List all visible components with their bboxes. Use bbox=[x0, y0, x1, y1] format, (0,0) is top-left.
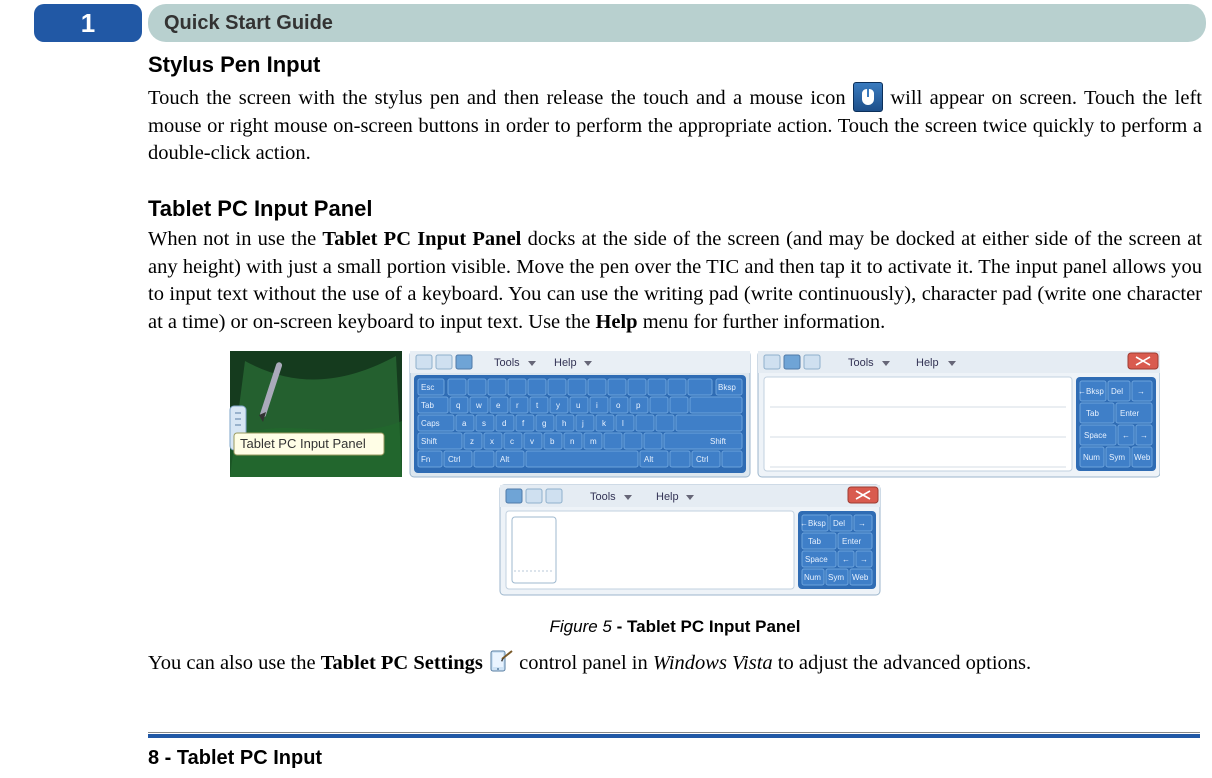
footer-rule bbox=[148, 734, 1200, 738]
svg-text:Num: Num bbox=[804, 573, 821, 582]
svg-text:n: n bbox=[570, 437, 574, 446]
text-run: When not in use the bbox=[148, 228, 322, 250]
svg-text:→: → bbox=[858, 519, 866, 528]
svg-text:Caps: Caps bbox=[421, 419, 440, 428]
figure-title: Tablet PC Input Panel bbox=[627, 617, 800, 636]
svg-text:l: l bbox=[622, 419, 624, 428]
svg-text:g: g bbox=[542, 419, 546, 428]
text-run: Touch the screen with the stylus pen and… bbox=[148, 87, 853, 109]
svg-text:y: y bbox=[556, 401, 560, 410]
svg-text:Ctrl: Ctrl bbox=[448, 455, 461, 464]
svg-text:x: x bbox=[490, 437, 494, 446]
svg-text:s: s bbox=[482, 419, 486, 428]
section-1-paragraph: Touch the screen with the stylus pen and… bbox=[148, 82, 1202, 168]
page-content: Stylus Pen Input Touch the screen with t… bbox=[148, 52, 1202, 677]
svg-text:Web: Web bbox=[1134, 453, 1151, 462]
section-2-title: Tablet PC Input Panel bbox=[148, 196, 1202, 222]
caption-separator: - bbox=[612, 617, 627, 636]
bold-text: Tablet PC Input Panel bbox=[322, 228, 521, 250]
svg-text:e: e bbox=[496, 401, 501, 410]
tablet-settings-icon bbox=[488, 649, 514, 675]
chapter-number-tab: 1 bbox=[34, 4, 142, 42]
svg-text:w: w bbox=[475, 401, 482, 410]
svg-text:p: p bbox=[636, 401, 641, 410]
italic-text: Windows Vista bbox=[653, 652, 773, 674]
svg-text:←: ← bbox=[800, 519, 808, 528]
svg-text:Bksp: Bksp bbox=[718, 383, 736, 392]
svg-text:Help: Help bbox=[656, 491, 679, 503]
svg-text:Bksp: Bksp bbox=[1086, 387, 1104, 396]
svg-text:v: v bbox=[530, 437, 534, 446]
svg-text:c: c bbox=[510, 437, 514, 446]
svg-text:Space: Space bbox=[1084, 431, 1107, 440]
svg-text:h: h bbox=[562, 419, 566, 428]
tooltip-text: Tablet PC Input Panel bbox=[240, 436, 366, 451]
svg-text:b: b bbox=[550, 437, 555, 446]
section-1-title: Stylus Pen Input bbox=[148, 52, 1202, 78]
svg-text:q: q bbox=[456, 401, 460, 410]
bold-text: Help bbox=[595, 311, 637, 333]
mouse-icon bbox=[853, 82, 883, 112]
svg-text:Del: Del bbox=[833, 519, 845, 528]
svg-text:→: → bbox=[860, 555, 868, 564]
svg-text:Enter: Enter bbox=[842, 537, 861, 546]
svg-text:Alt: Alt bbox=[644, 455, 654, 464]
svg-text:a: a bbox=[462, 419, 467, 428]
svg-text:Alt: Alt bbox=[500, 455, 510, 464]
svg-text:Tab: Tab bbox=[421, 401, 434, 410]
svg-text:Tools: Tools bbox=[848, 357, 874, 369]
svg-text:Tools: Tools bbox=[590, 491, 616, 503]
svg-text:Space: Space bbox=[805, 555, 828, 564]
svg-text:Tab: Tab bbox=[808, 537, 821, 546]
svg-text:r: r bbox=[516, 401, 519, 410]
figure-label: Figure 5 bbox=[550, 617, 612, 636]
svg-text:Help: Help bbox=[554, 357, 577, 369]
svg-text:Ctrl: Ctrl bbox=[696, 455, 709, 464]
svg-text:Sym: Sym bbox=[1109, 453, 1125, 462]
svg-text:Del: Del bbox=[1111, 387, 1123, 396]
svg-text:←: ← bbox=[1078, 387, 1086, 396]
svg-text:Web: Web bbox=[852, 573, 869, 582]
svg-text:m: m bbox=[590, 437, 597, 446]
svg-text:Sym: Sym bbox=[828, 573, 844, 582]
svg-text:d: d bbox=[502, 419, 506, 428]
svg-text:i: i bbox=[596, 401, 598, 410]
svg-text:Fn: Fn bbox=[421, 455, 430, 464]
text-run: You can also use the bbox=[148, 652, 321, 674]
svg-text:u: u bbox=[576, 401, 580, 410]
svg-text:o: o bbox=[616, 401, 621, 410]
svg-text:←: ← bbox=[1122, 431, 1130, 440]
svg-text:Num: Num bbox=[1083, 453, 1100, 462]
figure-image: Tablet PC Input Panel Tools Help bbox=[190, 351, 1160, 611]
svg-text:Esc: Esc bbox=[421, 383, 434, 392]
svg-text:j: j bbox=[581, 419, 584, 428]
section-2-paragraph: When not in use the Tablet PC Input Pane… bbox=[148, 226, 1202, 337]
text-run: menu for further information. bbox=[638, 311, 886, 333]
paragraph-3: You can also use the Tablet PC Settings … bbox=[148, 649, 1202, 678]
header-bar: Quick Start Guide bbox=[148, 4, 1206, 42]
svg-text:Bksp: Bksp bbox=[808, 519, 826, 528]
svg-text:Tools: Tools bbox=[494, 357, 520, 369]
page-footer: 8 - Tablet PC Input bbox=[148, 747, 322, 770]
svg-text:→: → bbox=[1137, 387, 1145, 396]
figure-5: Tablet PC Input Panel Tools Help bbox=[148, 351, 1202, 637]
bold-text: Tablet PC Settings bbox=[321, 652, 483, 674]
text-run: control panel in bbox=[514, 652, 653, 674]
svg-text:Tab: Tab bbox=[1086, 409, 1099, 418]
svg-text:Help: Help bbox=[916, 357, 939, 369]
text-run: to adjust the advanced options. bbox=[773, 652, 1031, 674]
figure-caption: Figure 5 - Tablet PC Input Panel bbox=[148, 617, 1202, 637]
svg-text:Shift: Shift bbox=[710, 437, 727, 446]
header-title: Quick Start Guide bbox=[164, 12, 333, 35]
svg-text:←: ← bbox=[842, 555, 850, 564]
svg-text:z: z bbox=[470, 437, 474, 446]
svg-text:→: → bbox=[1140, 431, 1148, 440]
svg-text:Shift: Shift bbox=[421, 437, 438, 446]
svg-text:Enter: Enter bbox=[1120, 409, 1139, 418]
